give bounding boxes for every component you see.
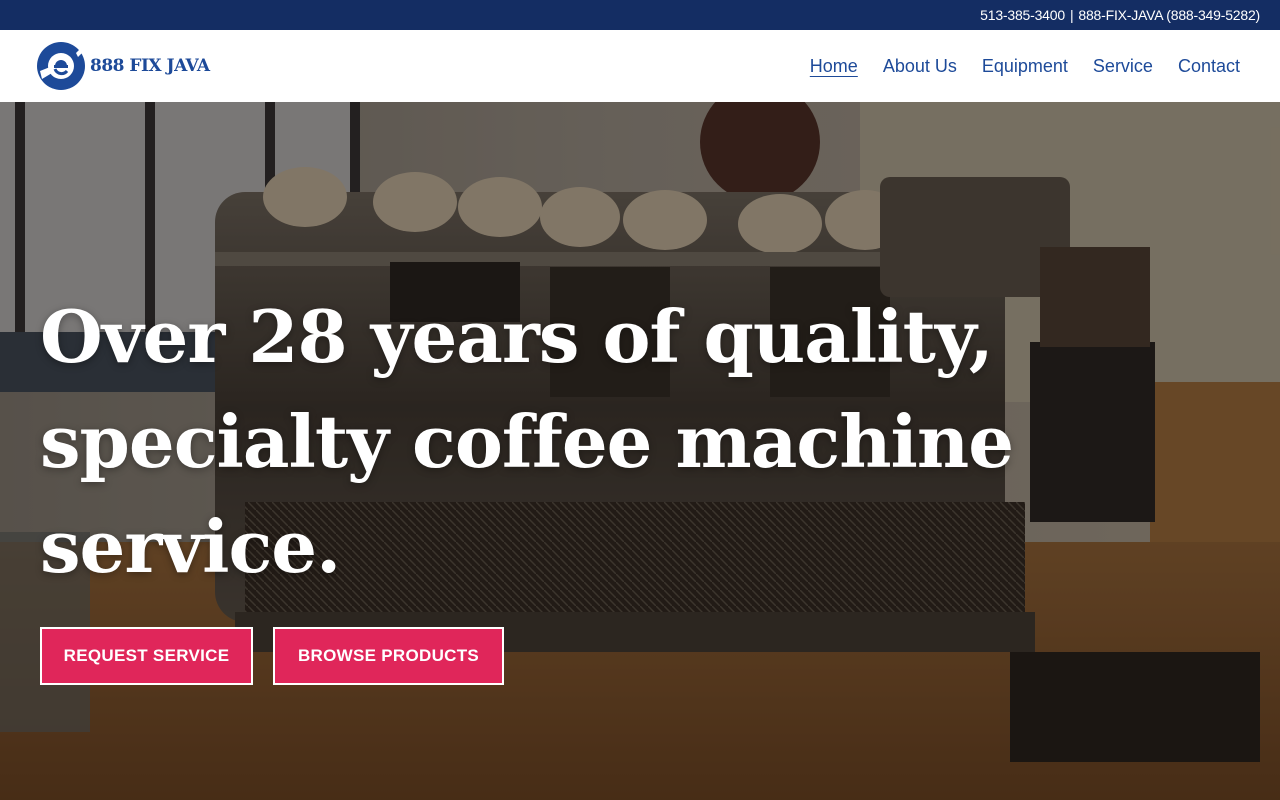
wrench-e-logo-icon xyxy=(37,42,85,90)
nav-about-us[interactable]: About Us xyxy=(883,56,957,77)
phone-secondary[interactable]: 888-FIX-JAVA (888-349-5282) xyxy=(1078,7,1260,23)
brand-name: 888 FIX JAVA xyxy=(90,56,210,76)
primary-nav: Home About Us Equipment Service Contact xyxy=(810,56,1240,77)
phone-primary[interactable]: 513-385-3400 xyxy=(980,7,1065,23)
headline-line-2: specialty coffee machine xyxy=(40,399,1014,484)
hero-headline: Over 28 years of quality, specialty coff… xyxy=(40,284,1040,599)
phone-separator: | xyxy=(1069,7,1074,23)
nav-service[interactable]: Service xyxy=(1093,56,1153,77)
headline-line-3: service. xyxy=(40,504,341,589)
top-contact-bar: 513-385-3400 | 888-FIX-JAVA (888-349-528… xyxy=(0,0,1280,30)
main-header: 888 FIX JAVA Home About Us Equipment Ser… xyxy=(0,30,1280,102)
site-logo[interactable]: 888 FIX JAVA xyxy=(36,41,210,91)
nav-equipment[interactable]: Equipment xyxy=(982,56,1068,77)
request-service-button[interactable]: REQUEST SERVICE xyxy=(40,627,253,685)
headline-line-1: Over 28 years of quality, xyxy=(40,294,994,379)
nav-home[interactable]: Home xyxy=(810,56,858,77)
nav-contact[interactable]: Contact xyxy=(1178,56,1240,77)
browse-products-button[interactable]: BROWSE PRODUCTS xyxy=(273,627,504,685)
hero-section: Over 28 years of quality, specialty coff… xyxy=(0,102,1280,800)
